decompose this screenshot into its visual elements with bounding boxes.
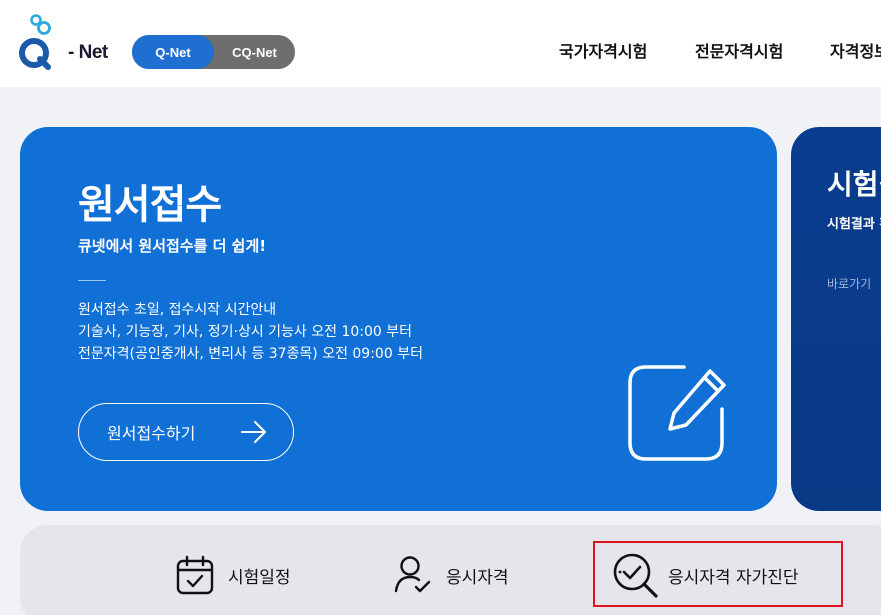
nav-qualification-info[interactable]: 자격정보: [830, 38, 881, 62]
card2-subtitle: 시험결과 확인: [827, 217, 881, 232]
application-card: 원서접수 큐넷에서 원서접수를 더 쉽게! 원서접수 초일, 접수시작 시간안내…: [20, 127, 777, 511]
card-desc-line: 전문자격(공인중개사, 변리사 등 37종목) 오전 09:00 부터: [78, 346, 423, 362]
quick-link-label: 시험일정: [228, 567, 291, 588]
edit-icon: [628, 365, 726, 461]
nav-professional-exam[interactable]: 전문자격시험: [695, 38, 783, 62]
quick-link-schedule[interactable]: 시험일정: [176, 545, 291, 605]
site-header: - Net Q-Net CQ-Net 국가자격시험 전문자격시험 자격정보: [0, 0, 881, 87]
card-description: 원서접수 초일, 접수시작 시간안내 기술사, 기능장, 기사, 정기·상시 기…: [78, 299, 423, 365]
qnet-logo[interactable]: - Net: [18, 14, 108, 72]
card-subtitle: 큐넷에서 원서접수를 더 쉽게!: [78, 237, 267, 255]
exam-result-card[interactable]: 시험결과 시험결과 확인 바로가기: [791, 127, 881, 511]
nav-national-exam[interactable]: 국가자격시험: [559, 38, 647, 62]
toggle-cqnet[interactable]: CQ-Net: [214, 35, 295, 69]
quick-link-eligibility[interactable]: 응시자격: [394, 545, 509, 605]
card-divider: [78, 280, 106, 281]
logo-text: - Net: [68, 42, 108, 63]
arrow-right-icon: [241, 421, 266, 443]
apply-button[interactable]: 원서접수하기: [78, 403, 294, 461]
card-desc-line: 원서접수 초일, 접수시작 시간안내: [78, 302, 277, 318]
card-desc-line: 기술사, 기능장, 기사, 정기·상시 기능사 오전 10:00 부터: [78, 324, 413, 340]
site-toggle[interactable]: Q-Net CQ-Net: [132, 35, 295, 69]
user-check-icon: [394, 556, 431, 593]
card-title: 원서접수: [78, 182, 222, 228]
highlight-box: [593, 541, 843, 607]
card2-title: 시험결과: [827, 168, 881, 201]
toggle-qnet[interactable]: Q-Net: [132, 35, 214, 69]
quick-link-label: 응시자격: [446, 567, 509, 588]
card2-link[interactable]: 바로가기: [827, 275, 871, 292]
calendar-check-icon: [176, 555, 214, 595]
apply-button-label: 원서접수하기: [107, 424, 196, 443]
